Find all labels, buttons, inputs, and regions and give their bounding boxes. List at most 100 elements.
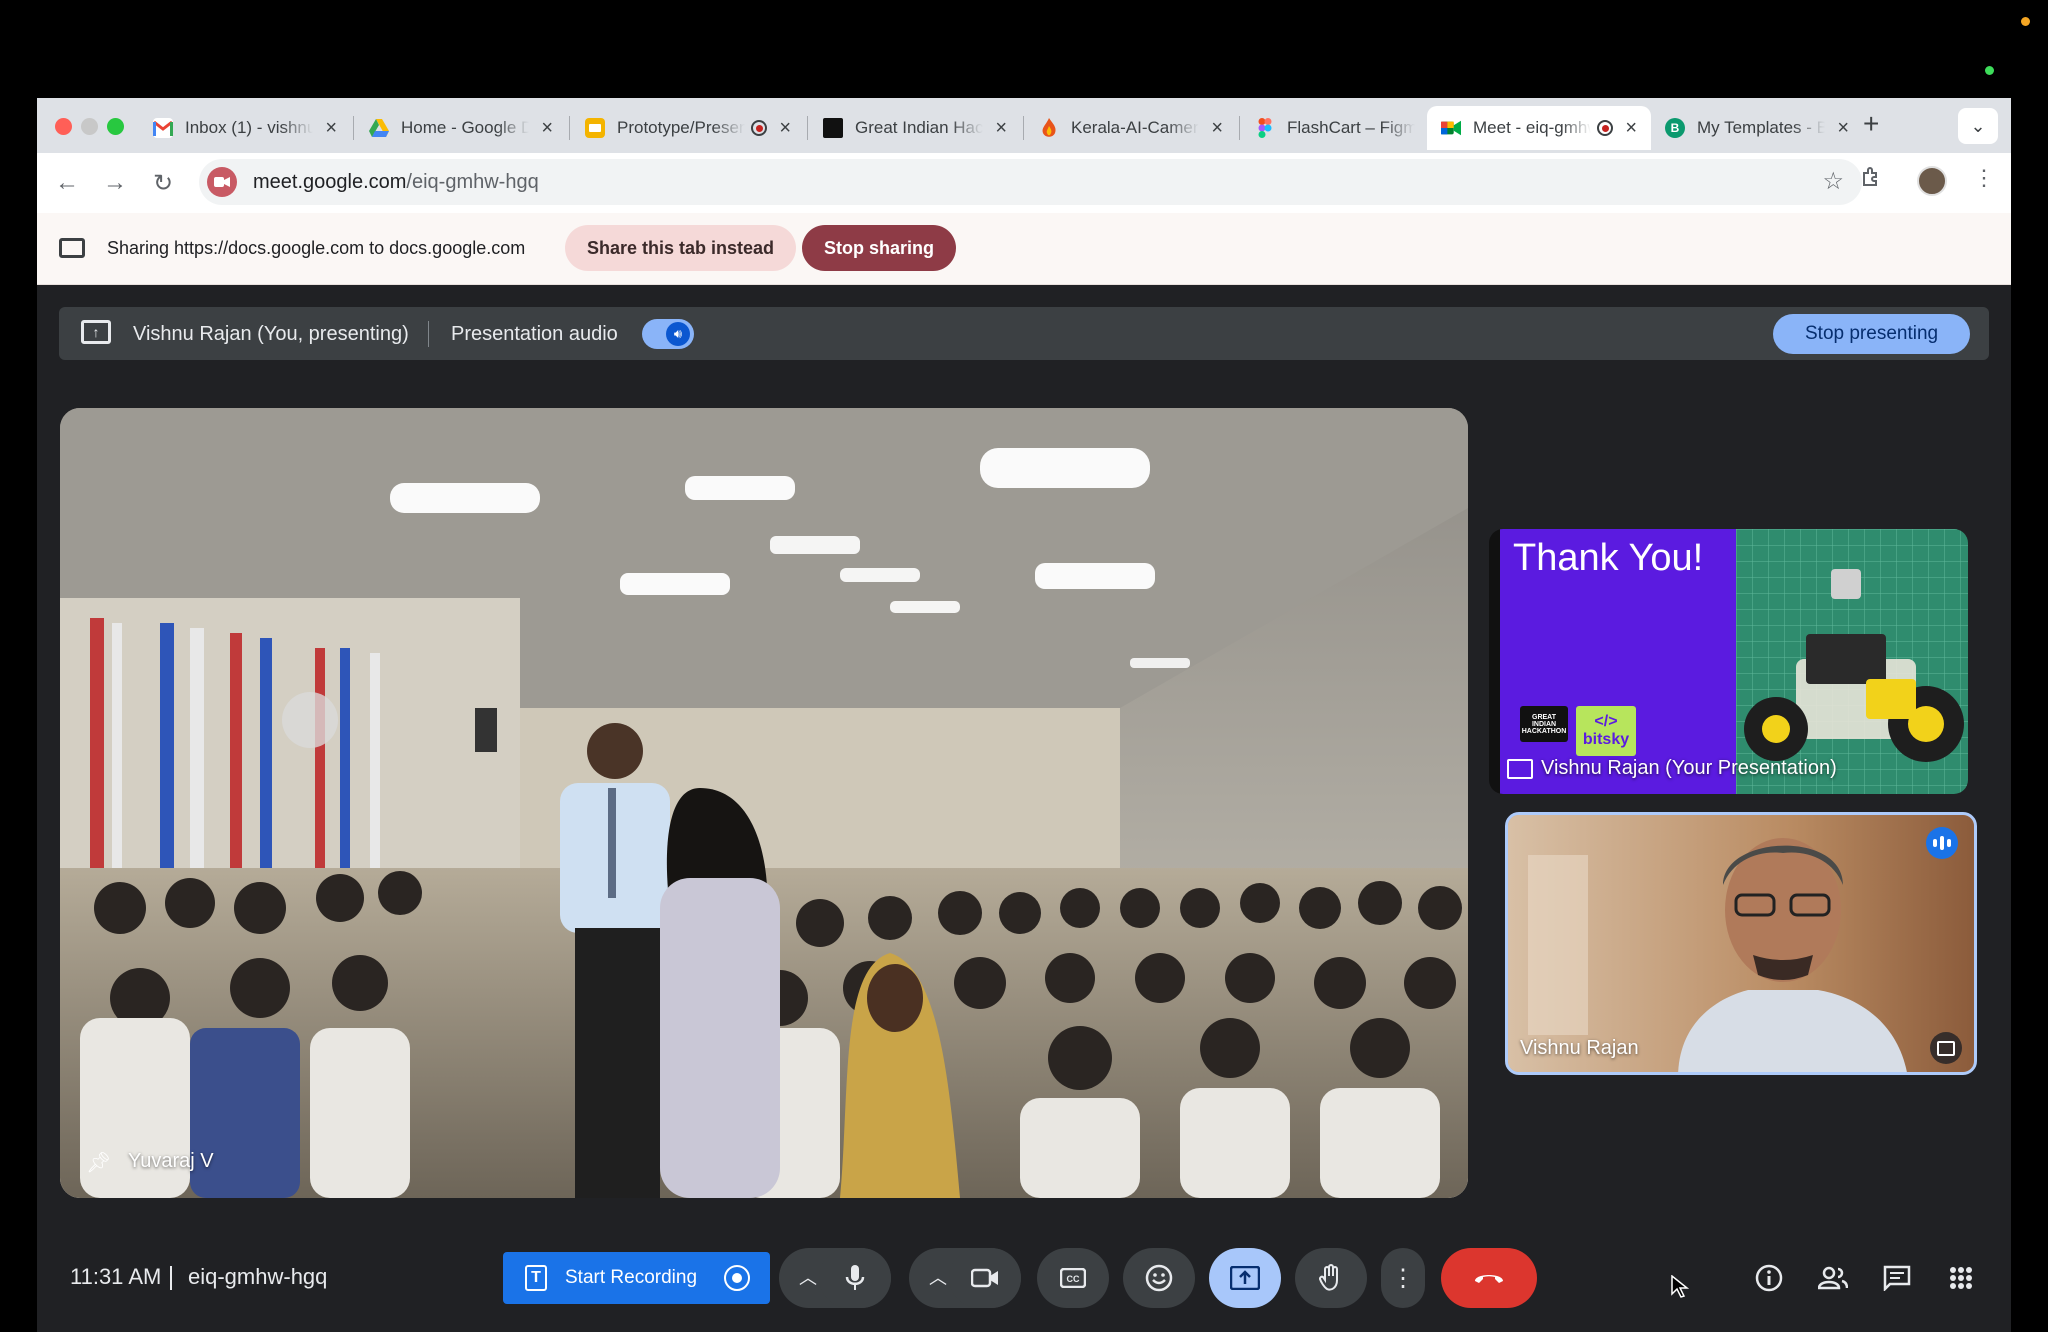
tab-inbox[interactable]: Inbox (1) - vishnu ×	[139, 106, 351, 150]
main-video-tile[interactable]: 📌︎ Yuvaraj V	[60, 408, 1468, 1198]
hackathon-icon	[823, 118, 843, 138]
hackathon-logo: GREAT INDIAN HACKATHON	[1520, 706, 1568, 742]
tab-prototype[interactable]: Prototype/Presentation ×	[571, 106, 805, 150]
divider	[428, 321, 429, 347]
tab-title: Great Indian Hackathon	[855, 118, 984, 137]
extensions-puzzle-icon[interactable]	[1860, 165, 1884, 195]
picture-in-picture-icon[interactable]	[1930, 1032, 1962, 1064]
status-dot-orange	[2021, 17, 2030, 26]
speaking-indicator-icon	[1926, 827, 1958, 859]
start-recording-label: Start Recording	[565, 1267, 698, 1288]
presentation-tile[interactable]: Thank You! GREAT INDIAN HACKATHON </> bi…	[1489, 529, 1968, 794]
slide-title: Thank You!	[1513, 537, 1704, 579]
present-screen-icon	[1507, 758, 1533, 779]
close-tab-icon[interactable]: ×	[779, 117, 791, 140]
camera-indicator-dot	[1985, 66, 1994, 75]
drive-icon	[369, 118, 389, 138]
presentation-audio-toggle[interactable]: 🔊︎	[642, 319, 694, 349]
record-dot-icon	[724, 1265, 750, 1291]
url-text: meet.google.com/eiq-gmhw-hgq	[253, 171, 539, 194]
browser-window: Inbox (1) - vishnu × Home - Google Drive…	[37, 98, 2011, 1332]
back-arrow-icon[interactable]: ←	[49, 165, 85, 201]
minimize-window-button[interactable]	[81, 118, 98, 135]
speaker-icon: 🔊︎	[666, 322, 690, 346]
camera-button[interactable]	[949, 1248, 1021, 1308]
reactions-button[interactable]	[1123, 1248, 1195, 1308]
captions-button[interactable]: CC	[1037, 1248, 1109, 1308]
sharing-status-text: Sharing https://docs.google.com to docs.…	[107, 238, 526, 258]
browser-menu-icon[interactable]: ⋮	[1973, 165, 1995, 191]
forward-arrow-icon[interactable]: →	[97, 165, 133, 201]
people-icon	[1818, 1266, 1848, 1290]
slides-icon	[585, 118, 605, 138]
start-recording-button[interactable]: T Start Recording	[503, 1252, 770, 1304]
url-host: meet.google.com	[253, 170, 407, 193]
chat-button[interactable]	[1879, 1260, 1915, 1296]
tab-title: Meet - eiq-gmhw-hgq	[1473, 118, 1591, 137]
url-path: /eiq-gmhw-hgq	[406, 170, 539, 193]
stop-sharing-button[interactable]: Stop sharing	[802, 225, 957, 271]
presenting-bar: ↑ Vishnu Rajan (You, presenting) Present…	[59, 307, 1989, 360]
auditorium-video-feed	[60, 408, 1468, 1198]
stop-presenting-button[interactable]: Stop presenting	[1773, 314, 1971, 354]
divider	[170, 1266, 172, 1290]
camera-in-use-icon[interactable]	[207, 167, 237, 197]
screen-share-icon	[59, 238, 85, 258]
close-tab-icon[interactable]: ×	[541, 117, 553, 140]
tab-strip: Inbox (1) - vishnu × Home - Google Drive…	[37, 98, 2011, 153]
microphone-button[interactable]	[819, 1248, 891, 1308]
gmail-icon	[153, 118, 173, 138]
tab-sharing-bar: Sharing https://docs.google.com to docs.…	[37, 213, 2011, 285]
hand-icon	[1319, 1264, 1338, 1291]
reload-icon[interactable]: ↻	[145, 165, 181, 201]
new-tab-plus-icon[interactable]: +	[1863, 108, 1879, 140]
tab-divider	[807, 116, 808, 140]
tab-title: Inbox (1) - vishnu	[185, 118, 314, 137]
presenter-label: Vishnu Rajan (You, presenting)	[133, 323, 409, 345]
close-window-button[interactable]	[55, 118, 72, 135]
profile-avatar[interactable]	[1917, 166, 1947, 196]
activities-button[interactable]	[1943, 1260, 1979, 1296]
people-button[interactable]	[1815, 1260, 1851, 1296]
close-tab-icon[interactable]: ×	[325, 117, 337, 140]
close-tab-icon[interactable]: ×	[1837, 117, 1849, 140]
more-options-button[interactable]: ⋮	[1381, 1248, 1425, 1308]
present-screen-icon: ↑	[81, 320, 111, 344]
presentation-tile-label: Vishnu Rajan (Your Presentation)	[1507, 757, 1837, 780]
bookmark-star-icon[interactable]: ☆	[1822, 167, 1844, 196]
raise-hand-button[interactable]	[1295, 1248, 1367, 1308]
tab-search-chevron-icon[interactable]: ⌄	[1958, 108, 1998, 144]
more-vertical-icon: ⋮	[1391, 1264, 1415, 1292]
meeting-details-button[interactable]	[1751, 1260, 1787, 1296]
tab-hackathon[interactable]: Great Indian Hackathon ×	[809, 106, 1021, 150]
audio-options-chevron-icon[interactable]: ︿	[799, 1264, 817, 1290]
self-view-tile[interactable]: Vishnu Rajan	[1505, 812, 1977, 1075]
close-tab-icon[interactable]: ×	[1211, 117, 1223, 140]
tab-figma[interactable]: FlashCart – Figma ×	[1241, 106, 1453, 150]
meet-icon	[1441, 118, 1461, 138]
bitsky-logo-text: bitsky	[1582, 731, 1630, 748]
tab-divider	[353, 116, 354, 140]
self-participant-name: Vishnu Rajan	[1520, 1037, 1639, 1059]
presentation-tile-name: Vishnu Rajan (Your Presentation)	[1541, 757, 1837, 779]
self-video-feed	[1508, 815, 1974, 1072]
leave-call-button[interactable]	[1441, 1248, 1537, 1308]
main-tile-participant-name: Yuvaraj V	[128, 1150, 214, 1172]
tab-brevo[interactable]: B My Templates - Brevo ×	[1651, 106, 1863, 150]
tab-kerala-ai[interactable]: Kerala-AI-Camera ×	[1025, 106, 1237, 150]
tab-title: My Templates - Brevo	[1697, 118, 1826, 137]
share-this-tab-button[interactable]: Share this tab instead	[565, 225, 797, 271]
pin-icon[interactable]: 📌︎	[86, 1150, 111, 1175]
tab-drive[interactable]: Home - Google Drive ×	[355, 106, 567, 150]
flame-icon	[1039, 118, 1059, 138]
tab-meet-active[interactable]: Meet - eiq-gmhw-hgq ×	[1427, 106, 1651, 150]
recording-t-icon: T	[525, 1265, 547, 1291]
chat-icon	[1883, 1265, 1911, 1291]
screen: Inbox (1) - vishnu × Home - Google Drive…	[0, 0, 2048, 1332]
present-now-button[interactable]	[1209, 1248, 1281, 1308]
address-bar[interactable]: meet.google.com/eiq-gmhw-hgq ☆	[199, 159, 1862, 205]
close-tab-icon[interactable]: ×	[1625, 117, 1637, 140]
close-tab-icon[interactable]: ×	[995, 117, 1007, 140]
video-options-chevron-icon[interactable]: ︿	[929, 1264, 947, 1290]
zoom-window-button[interactable]	[107, 118, 124, 135]
